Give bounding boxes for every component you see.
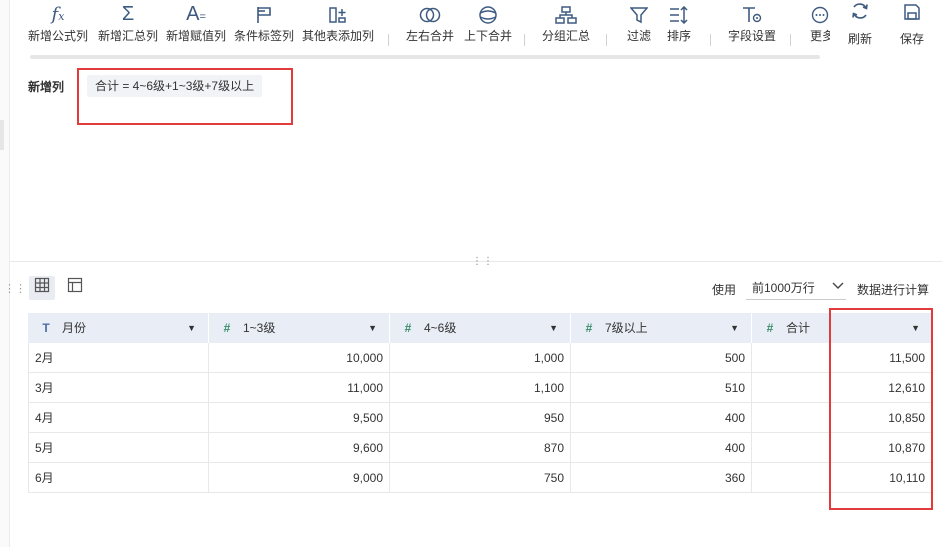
table-cell[interactable]: 1,000: [390, 343, 571, 373]
number-type-icon: #: [404, 321, 412, 335]
filter-button[interactable]: 过滤: [620, 0, 658, 48]
table-cell[interactable]: 10,870: [752, 433, 932, 463]
merge-top-bottom-button[interactable]: 上下合并: [460, 0, 516, 48]
table-cell[interactable]: 10,110: [752, 463, 932, 493]
table-cell[interactable]: 6月: [28, 463, 209, 493]
toolbar-divider: [524, 34, 525, 46]
field-settings-button[interactable]: 字段设置: [722, 0, 782, 48]
table-row: 2月 10,000 1,000 500 11,500: [28, 343, 932, 373]
table-cell[interactable]: 360: [571, 463, 752, 493]
assign-icon: A=: [186, 3, 206, 25]
toolbar: fx 新增公式列 Σ 新增汇总列 A= 新增赋值列 条件标签列 其他表添加列 左…: [12, 0, 942, 60]
table-header: T 月份 ▼ #1~3级 ▼ #4~6级 ▼ #7级以上 ▼ # 合计 ▼: [28, 313, 932, 343]
left-panel-strip: [0, 0, 10, 547]
sort-button[interactable]: 排序: [660, 0, 698, 48]
table-cell[interactable]: 1,100: [390, 373, 571, 403]
table-cell[interactable]: 750: [390, 463, 571, 493]
condition-tag-column-button[interactable]: 条件标签列: [232, 0, 296, 48]
filter-icon: [620, 0, 658, 28]
more-button[interactable]: 更多: [810, 0, 830, 48]
table-row: 5月 9,600 870 400 10,870: [28, 433, 932, 463]
table-row: 6月 9,000 750 360 10,110: [28, 463, 932, 493]
toolbar-divider: [710, 34, 711, 46]
grid-view-button[interactable]: [29, 276, 55, 300]
table-cell[interactable]: 10,850: [752, 403, 932, 433]
table-row: 4月 9,500 950 400 10,850: [28, 403, 932, 433]
table-cell[interactable]: 400: [571, 403, 752, 433]
table-cell[interactable]: 9,500: [209, 403, 390, 433]
column-header-month[interactable]: T 月份 ▼: [28, 313, 209, 343]
save-button[interactable]: 保存: [896, 0, 928, 56]
table-cell[interactable]: 11,500: [752, 343, 932, 373]
more-icon: [810, 0, 830, 28]
layout-icon: [67, 277, 83, 296]
drag-handle-icon[interactable]: ⋮⋮: [4, 282, 26, 295]
add-assign-column-button[interactable]: A= 新增赋值列: [164, 0, 228, 48]
toolbar-divider: [388, 34, 389, 46]
number-type-icon: #: [223, 321, 231, 335]
add-formula-column-button[interactable]: fx 新增公式列: [26, 0, 90, 48]
panel-collapse-handle[interactable]: [0, 120, 4, 150]
refresh-icon: [844, 0, 876, 32]
table-cell[interactable]: 950: [390, 403, 571, 433]
row-limit-suffix: 数据进行计算: [857, 283, 930, 297]
table-cell[interactable]: 9,600: [209, 433, 390, 463]
table-cell[interactable]: 12,610: [752, 373, 932, 403]
table-cell[interactable]: 11,000: [209, 373, 390, 403]
column-header-level-4-6[interactable]: #4~6级 ▼: [390, 313, 571, 343]
row-limit-prefix: 使用: [712, 283, 737, 297]
caret-down-icon[interactable]: ▼: [911, 313, 920, 343]
save-icon: [896, 0, 928, 32]
formula-section-label: 新增列: [28, 80, 65, 94]
refresh-button[interactable]: 刷新: [844, 0, 876, 56]
table-cell[interactable]: 4月: [28, 403, 209, 433]
row-limit-select[interactable]: 前1000万行: [746, 276, 846, 300]
add-column-icon: [300, 0, 376, 28]
layout-view-button[interactable]: [62, 276, 88, 300]
field-settings-icon: [722, 0, 782, 28]
add-summary-column-button[interactable]: Σ 新增汇总列: [96, 0, 160, 48]
sort-icon: [660, 0, 698, 28]
caret-down-icon[interactable]: ▼: [368, 313, 377, 343]
chevron-down-icon: [832, 276, 844, 300]
number-type-icon: #: [585, 321, 593, 335]
table-cell[interactable]: 10,000: [209, 343, 390, 373]
caret-down-icon[interactable]: ▼: [187, 313, 196, 343]
fx-icon: fx: [51, 4, 65, 25]
toolbar-scrollbar[interactable]: [30, 55, 820, 59]
toolbar-divider: [606, 34, 607, 46]
merge-left-right-button[interactable]: 左右合并: [402, 0, 458, 48]
table-cell[interactable]: 870: [390, 433, 571, 463]
group-icon: [538, 0, 594, 28]
table-row: 3月 11,000 1,100 510 12,610: [28, 373, 932, 403]
add-column-from-other-table-button[interactable]: 其他表添加列: [300, 0, 376, 48]
number-type-icon: #: [766, 321, 774, 335]
text-type-icon: T: [42, 321, 50, 335]
table-cell[interactable]: 5月: [28, 433, 209, 463]
column-header-total[interactable]: # 合计 ▼: [752, 313, 932, 343]
formula-expression-chip[interactable]: 合计 = 4~6级+1~3级+7级以上: [87, 75, 263, 97]
merge-horizontal-icon: [402, 0, 458, 28]
toolbar-divider: [790, 34, 791, 46]
group-summary-button[interactable]: 分组汇总: [538, 0, 594, 48]
caret-down-icon[interactable]: ▼: [549, 313, 558, 343]
splitter-handle-icon[interactable]: ⋮⋮: [472, 256, 494, 267]
table-cell[interactable]: 3月: [28, 373, 209, 403]
table-cell[interactable]: 9,000: [209, 463, 390, 493]
table-cell[interactable]: 500: [571, 343, 752, 373]
table-cell[interactable]: 400: [571, 433, 752, 463]
caret-down-icon[interactable]: ▼: [730, 313, 739, 343]
sigma-icon: Σ: [121, 3, 135, 25]
data-table: T 月份 ▼ #1~3级 ▼ #4~6级 ▼ #7级以上 ▼ # 合计 ▼ 2月 1…: [28, 313, 932, 493]
merge-vertical-icon: [460, 0, 516, 28]
column-header-level-1-3[interactable]: #1~3级 ▼: [209, 313, 390, 343]
grid-icon: [34, 277, 50, 296]
column-header-level-7-plus[interactable]: #7级以上 ▼: [571, 313, 752, 343]
flag-icon: [232, 0, 296, 28]
table-cell[interactable]: 510: [571, 373, 752, 403]
table-cell[interactable]: 2月: [28, 343, 209, 373]
